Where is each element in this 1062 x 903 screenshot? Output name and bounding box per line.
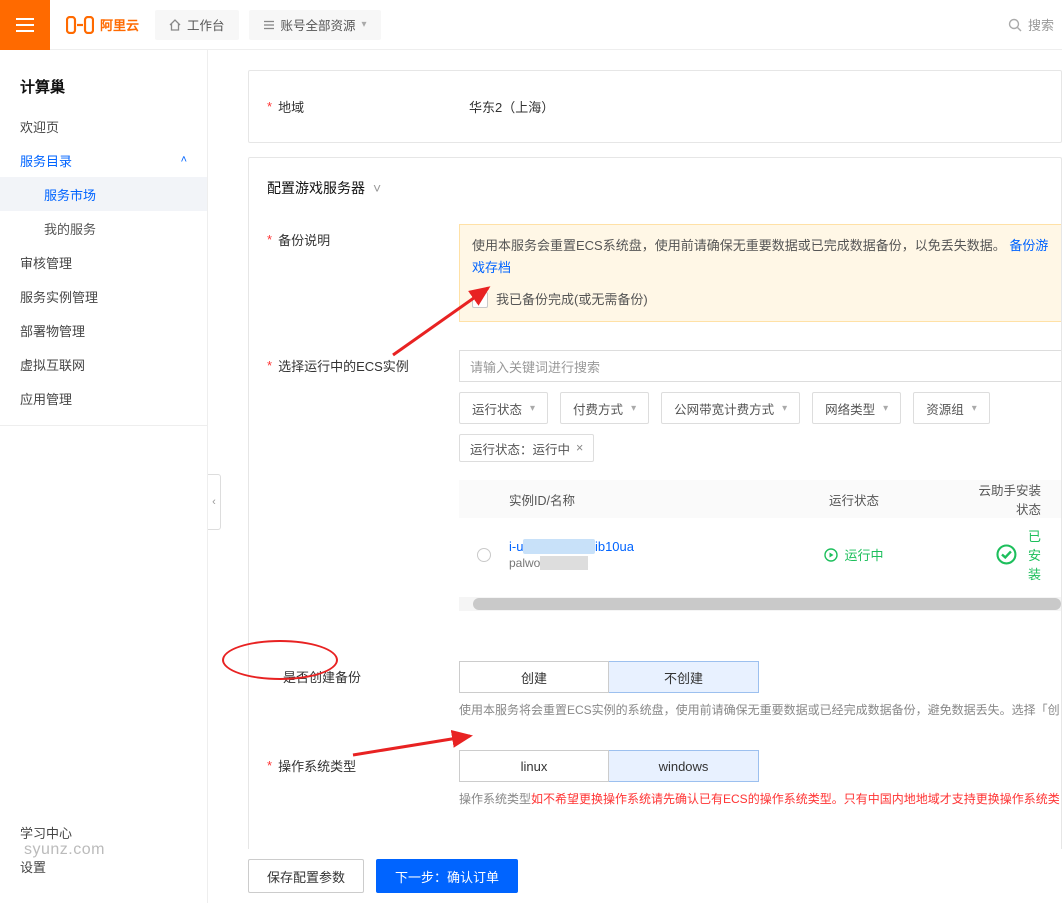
backup-notice: 使用本服务会重置ECS系统盘，使用前请确保无重要数据或已完成数据备份，以免丢失数… xyxy=(459,224,1061,322)
watermark: syunz.com xyxy=(24,841,105,859)
table-row[interactable]: i-uxxxxxxxxxxxib10ua palwoxxxxxxxx xyxy=(459,518,1061,591)
filter-bandwidth[interactable]: 公网带宽计费方式▾ xyxy=(661,392,800,424)
sidebar-item-my-services[interactable]: 我的服务 xyxy=(0,211,207,245)
filter-pay[interactable]: 付费方式▾ xyxy=(560,392,649,424)
seg-linux[interactable]: linux xyxy=(459,750,609,782)
sidebar-item-catalog[interactable]: 服务目录 ˄ xyxy=(0,143,207,177)
sidebar-item-vnet[interactable]: 虚拟互联网 xyxy=(0,347,207,381)
sidebar-item-deploy[interactable]: 部署物管理 xyxy=(0,313,207,347)
chevron-up-icon: ˄ xyxy=(181,154,187,166)
sidebar-title: 计算巢 xyxy=(0,66,207,109)
logo[interactable]: 阿里云 xyxy=(66,15,139,34)
instance-id[interactable]: i-uxxxxxxxxxxxib10ua xyxy=(509,539,739,554)
sidebar-item-label: 审核管理 xyxy=(20,253,72,272)
sidebar-item-market[interactable]: 服务市场 xyxy=(0,177,207,211)
sidebar-item-label: 部署物管理 xyxy=(20,321,85,340)
sidebar-item-label: 虚拟互联网 xyxy=(20,355,85,374)
list-icon xyxy=(263,19,275,31)
logo-icon xyxy=(66,16,94,34)
label-os-type: *操作系统类型 xyxy=(249,750,459,775)
status-installed: 已安装 xyxy=(996,526,1041,583)
row-radio[interactable] xyxy=(477,548,491,562)
sidebar-item-label: 服务实例管理 xyxy=(20,287,98,306)
seg-create[interactable]: 创建 xyxy=(459,661,609,693)
chevron-down-icon: ▾ xyxy=(631,403,636,414)
seg-no-create[interactable]: 不创建 xyxy=(609,661,759,693)
sidebar-item-welcome[interactable]: 欢迎页 xyxy=(0,109,207,143)
sidebar-item-label: 服务市场 xyxy=(44,185,96,204)
label-ecs-select: *选择运行中的ECS实例 xyxy=(249,350,459,375)
sidebar-item-label: 学习中心 xyxy=(20,823,72,842)
sidebar-item-audit[interactable]: 审核管理 xyxy=(0,245,207,279)
sidebar-item-instance[interactable]: 服务实例管理 xyxy=(0,279,207,313)
workspace-button[interactable]: 工作台 xyxy=(155,10,239,40)
account-scope-label: 账号全部资源 xyxy=(281,15,356,34)
next-step-button[interactable]: 下一步：确认订单 xyxy=(376,859,518,893)
logo-text: 阿里云 xyxy=(100,15,139,34)
filter-net[interactable]: 网络类型▾ xyxy=(812,392,901,424)
seg-windows[interactable]: windows xyxy=(609,750,759,782)
close-icon[interactable]: × xyxy=(576,441,583,455)
hamburger-menu[interactable] xyxy=(0,0,50,50)
ecs-search-placeholder: 请输入关键词进行搜索 xyxy=(470,357,600,376)
filter-group[interactable]: 资源组▾ xyxy=(913,392,990,424)
label-region: *地域 xyxy=(249,91,459,116)
hamburger-icon xyxy=(16,18,34,32)
table-header: 实例ID/名称 运行状态 云助手安装状态 xyxy=(459,480,1061,518)
sidebar-item-label: 设置 xyxy=(20,857,46,876)
chevron-down-icon: ▾ xyxy=(782,403,787,414)
section-title-config[interactable]: 配置游戏服务器 ˅ xyxy=(249,176,1061,202)
ecs-search-input[interactable]: 请输入关键词进行搜索 xyxy=(459,350,1061,382)
sidebar-collapse-handle[interactable]: ‹ xyxy=(208,474,221,530)
filter-run-status[interactable]: 运行状态▾ xyxy=(459,392,548,424)
play-circle-icon xyxy=(824,548,838,562)
sidebar-item-label: 应用管理 xyxy=(20,389,72,408)
horizontal-scrollbar[interactable] xyxy=(459,597,1061,611)
search-icon xyxy=(1008,18,1022,32)
hint-create-backup: 使用本服务将会重置ECS实例的系统盘，使用前请确保无重要数据或已经完成数据备份，… xyxy=(459,701,1061,720)
sidebar-item-label: 服务目录 xyxy=(20,151,72,170)
instance-name: palwoxxxxxxxx xyxy=(509,556,739,570)
sidebar-item-label: 欢迎页 xyxy=(20,117,59,136)
label-create-backup: 是否创建备份 xyxy=(249,661,459,686)
save-config-button[interactable]: 保存配置参数 xyxy=(248,859,364,893)
label-backup: *备份说明 xyxy=(249,224,459,249)
home-icon xyxy=(169,19,181,31)
chevron-down-icon: ▾ xyxy=(530,403,535,414)
check-circle-icon xyxy=(996,544,1017,565)
chevron-down-icon: ▾ xyxy=(883,403,888,414)
top-search[interactable]: 搜索 xyxy=(1008,15,1062,34)
chevron-down-icon: ˅ xyxy=(373,180,381,196)
workspace-label: 工作台 xyxy=(187,15,225,34)
account-scope-dropdown[interactable]: 账号全部资源 ▾ xyxy=(249,10,381,40)
chevron-down-icon: ▾ xyxy=(972,403,977,414)
active-filter-tag[interactable]: 运行状态：运行中 × xyxy=(459,434,594,462)
backup-confirm-checkbox[interactable] xyxy=(472,292,488,308)
region-value: 华东2（上海） xyxy=(459,91,1061,122)
chevron-down-icon: ▾ xyxy=(362,19,367,30)
status-running: 运行中 xyxy=(824,545,883,564)
top-search-placeholder: 搜索 xyxy=(1028,15,1054,34)
sidebar-item-label: 我的服务 xyxy=(44,219,96,238)
backup-confirm-label: 我已备份完成(或无需备份) xyxy=(496,289,648,311)
sidebar-item-app[interactable]: 应用管理 xyxy=(0,381,207,415)
hint-os-type: 操作系统类型如不希望更换操作系统请先确认已有ECS的操作系统类型。只有中国内地地… xyxy=(459,790,1061,809)
chevron-left-icon: ‹ xyxy=(212,496,216,508)
